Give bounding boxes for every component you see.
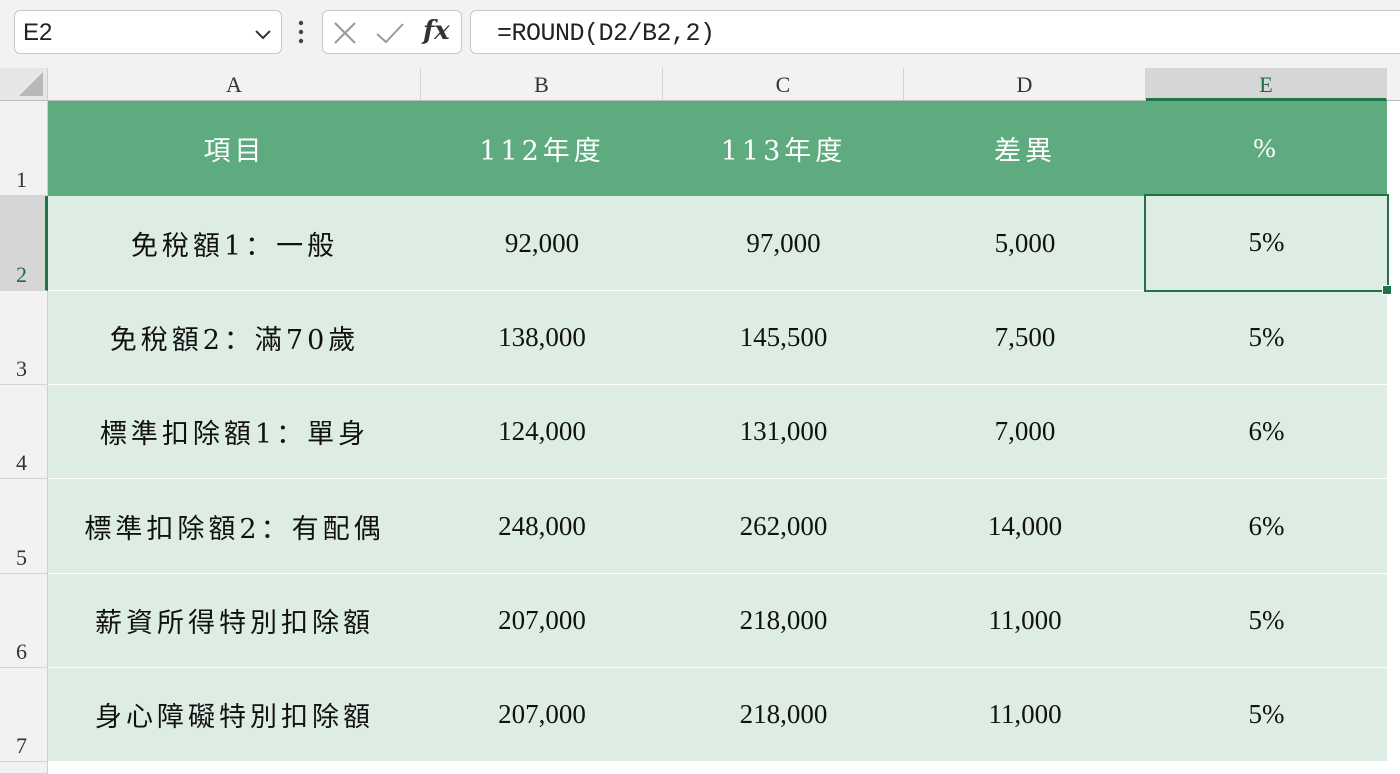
cell-d5[interactable]: 14,000	[904, 479, 1146, 574]
cell-e6[interactable]: 5%	[1146, 574, 1387, 668]
more-options-icon[interactable]	[292, 16, 310, 48]
cell-b1[interactable]: 112年度	[421, 101, 663, 196]
cell-d1[interactable]: 差異	[904, 101, 1146, 196]
cancel-icon[interactable]	[333, 21, 357, 45]
cell-b4[interactable]: 124,000	[421, 385, 663, 479]
cell-a4[interactable]: 標準扣除額1：單身	[48, 385, 421, 479]
enter-check-icon[interactable]	[375, 21, 405, 45]
cell-d2[interactable]: 5,000	[904, 196, 1146, 291]
cell-a3[interactable]: 免稅額2：滿70歲	[48, 291, 421, 385]
fill-handle[interactable]	[1382, 285, 1392, 295]
chevron-down-icon[interactable]	[253, 24, 273, 44]
row-header-7[interactable]: 7	[0, 668, 48, 762]
row-header-3[interactable]: 3	[0, 291, 48, 385]
name-box[interactable]: E2	[14, 10, 282, 54]
cell-b5[interactable]: 248,000	[421, 479, 663, 574]
cell-a2[interactable]: 免稅額1：一般	[48, 196, 421, 291]
cell-b3[interactable]: 138,000	[421, 291, 663, 385]
formula-bar: E2 fx =ROUND(D2/B2,2)	[0, 0, 1400, 68]
cell-c2[interactable]: 97,000	[663, 196, 904, 291]
cell-c4[interactable]: 131,000	[663, 385, 904, 479]
cell-e2-selected[interactable]: 5%	[1144, 194, 1389, 292]
cell-a6[interactable]: 薪資所得特別扣除額	[48, 574, 421, 668]
cell-e4[interactable]: 6%	[1146, 385, 1387, 479]
row-header-4[interactable]: 4	[0, 385, 48, 479]
cell-a7[interactable]: 身心障礙特別扣除額	[48, 668, 421, 762]
cell-d7[interactable]: 11,000	[904, 668, 1146, 762]
cell-a5[interactable]: 標準扣除額2：有配偶	[48, 479, 421, 574]
column-header-c[interactable]: C	[663, 68, 904, 101]
insert-function-icon[interactable]: fx	[423, 16, 450, 46]
cell-d3[interactable]: 7,500	[904, 291, 1146, 385]
cell-d4[interactable]: 7,000	[904, 385, 1146, 479]
cell-a1[interactable]: 項目	[48, 101, 421, 196]
row-header-8[interactable]	[0, 762, 48, 774]
cell-c7[interactable]: 218,000	[663, 668, 904, 762]
cell-d6[interactable]: 11,000	[904, 574, 1146, 668]
cell-c3[interactable]: 145,500	[663, 291, 904, 385]
cell-e3[interactable]: 5%	[1146, 291, 1387, 385]
row-header-6[interactable]: 6	[0, 574, 48, 668]
name-box-value: E2	[23, 19, 53, 46]
cell-e1[interactable]: %	[1146, 101, 1387, 196]
formula-input[interactable]: =ROUND(D2/B2,2)	[470, 10, 1400, 54]
column-header-e[interactable]: E	[1146, 68, 1387, 101]
cell-c1[interactable]: 113年度	[663, 101, 904, 196]
column-header-d[interactable]: D	[904, 68, 1146, 101]
cell-b6[interactable]: 207,000	[421, 574, 663, 668]
column-header-b[interactable]: B	[421, 68, 663, 101]
formula-text: =ROUND(D2/B2,2)	[497, 19, 715, 48]
cell-b7[interactable]: 207,000	[421, 668, 663, 762]
cell-c5[interactable]: 262,000	[663, 479, 904, 574]
select-all-corner[interactable]	[0, 68, 48, 101]
cell-e7[interactable]: 5%	[1146, 668, 1387, 762]
cell-e5[interactable]: 6%	[1146, 479, 1387, 574]
row-header-2[interactable]: 2	[0, 196, 48, 291]
cell-c6[interactable]: 218,000	[663, 574, 904, 668]
row-header-1[interactable]: 1	[0, 101, 48, 196]
column-header-a[interactable]: A	[48, 68, 421, 101]
formula-buttons: fx	[322, 10, 462, 54]
row-8-cells[interactable]	[48, 762, 1400, 774]
column-header-f[interactable]	[1387, 68, 1400, 101]
row-header-5[interactable]: 5	[0, 479, 48, 574]
cell-b2[interactable]: 92,000	[421, 196, 663, 291]
